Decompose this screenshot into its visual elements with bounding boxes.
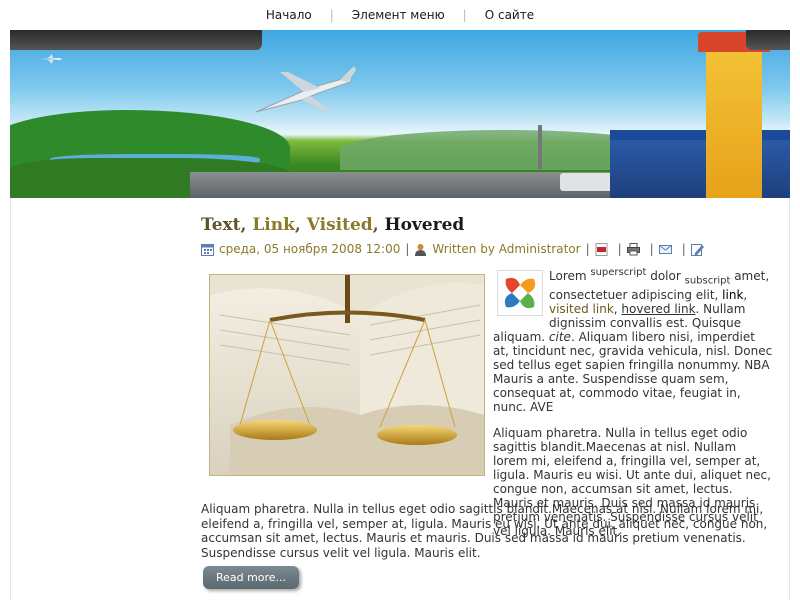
- banner-control-tower: [706, 40, 762, 198]
- meta-separator: |: [585, 242, 590, 256]
- cite-text: cite: [548, 330, 571, 345]
- pdf-icon[interactable]: [595, 242, 608, 256]
- nav-item-menu-element[interactable]: Элемент меню: [334, 8, 463, 22]
- title-visited[interactable]: Visited: [307, 215, 373, 235]
- top-navigation: Начало | Элемент меню | О сайте: [10, 0, 790, 30]
- inline-visited-link[interactable]: visited link: [549, 302, 614, 316]
- title-comma: ,: [294, 215, 307, 235]
- article-author: Written by Administrator: [432, 242, 581, 256]
- content-border: [10, 198, 11, 600]
- article-title: Text, Link, Visited, Hovered: [201, 214, 781, 236]
- read-more-button[interactable]: Read more...: [203, 566, 299, 589]
- content-border: [789, 198, 790, 600]
- article-image: [209, 274, 485, 476]
- paragraph-text: dolor: [646, 269, 685, 283]
- nav-item-home[interactable]: Начало: [248, 8, 330, 22]
- airplane-icon: [40, 54, 62, 64]
- email-icon[interactable]: [658, 243, 672, 256]
- meta-separator: |: [405, 242, 410, 256]
- inline-link[interactable]: link: [722, 288, 743, 302]
- edit-icon[interactable]: [690, 243, 704, 256]
- banner-light-pole: [538, 125, 542, 169]
- subscript-text: subscript: [684, 275, 731, 287]
- title-text: Text,: [201, 215, 253, 235]
- article-meta: среда, 05 ноября 2008 12:00 | Written by…: [201, 240, 781, 258]
- meta-separator: |: [681, 242, 686, 256]
- banner-terminal-building: [610, 140, 790, 198]
- nav-item-about[interactable]: О сайте: [467, 8, 552, 22]
- user-icon: [415, 243, 427, 256]
- superscript-text: superscript: [590, 267, 647, 278]
- print-icon[interactable]: [626, 242, 640, 256]
- meta-separator: |: [617, 242, 622, 256]
- paragraph-text: ,: [743, 288, 748, 303]
- header-banner-image: [10, 30, 790, 198]
- title-link[interactable]: Link: [252, 215, 295, 235]
- joomla-logo-icon: [497, 270, 543, 316]
- meta-separator: |: [649, 242, 654, 256]
- airplane-icon: [255, 66, 356, 113]
- paragraph-text: Lorem: [549, 269, 591, 283]
- title-comma: ,: [372, 215, 385, 235]
- calendar-icon: [201, 243, 214, 256]
- scales-of-justice-image: [210, 275, 484, 475]
- article-date: среда, 05 ноября 2008 12:00: [219, 242, 401, 256]
- article: Text, Link, Visited, Hovered среда, 05 н…: [201, 214, 781, 589]
- title-hovered[interactable]: Hovered: [385, 215, 465, 235]
- banner-dark-tab: [746, 30, 790, 50]
- banner-dark-tab: [10, 30, 262, 50]
- article-paragraph: Aliquam pharetra. Nulla in tellus eget o…: [201, 502, 768, 560]
- inline-hovered-link[interactable]: hovered link: [621, 302, 695, 316]
